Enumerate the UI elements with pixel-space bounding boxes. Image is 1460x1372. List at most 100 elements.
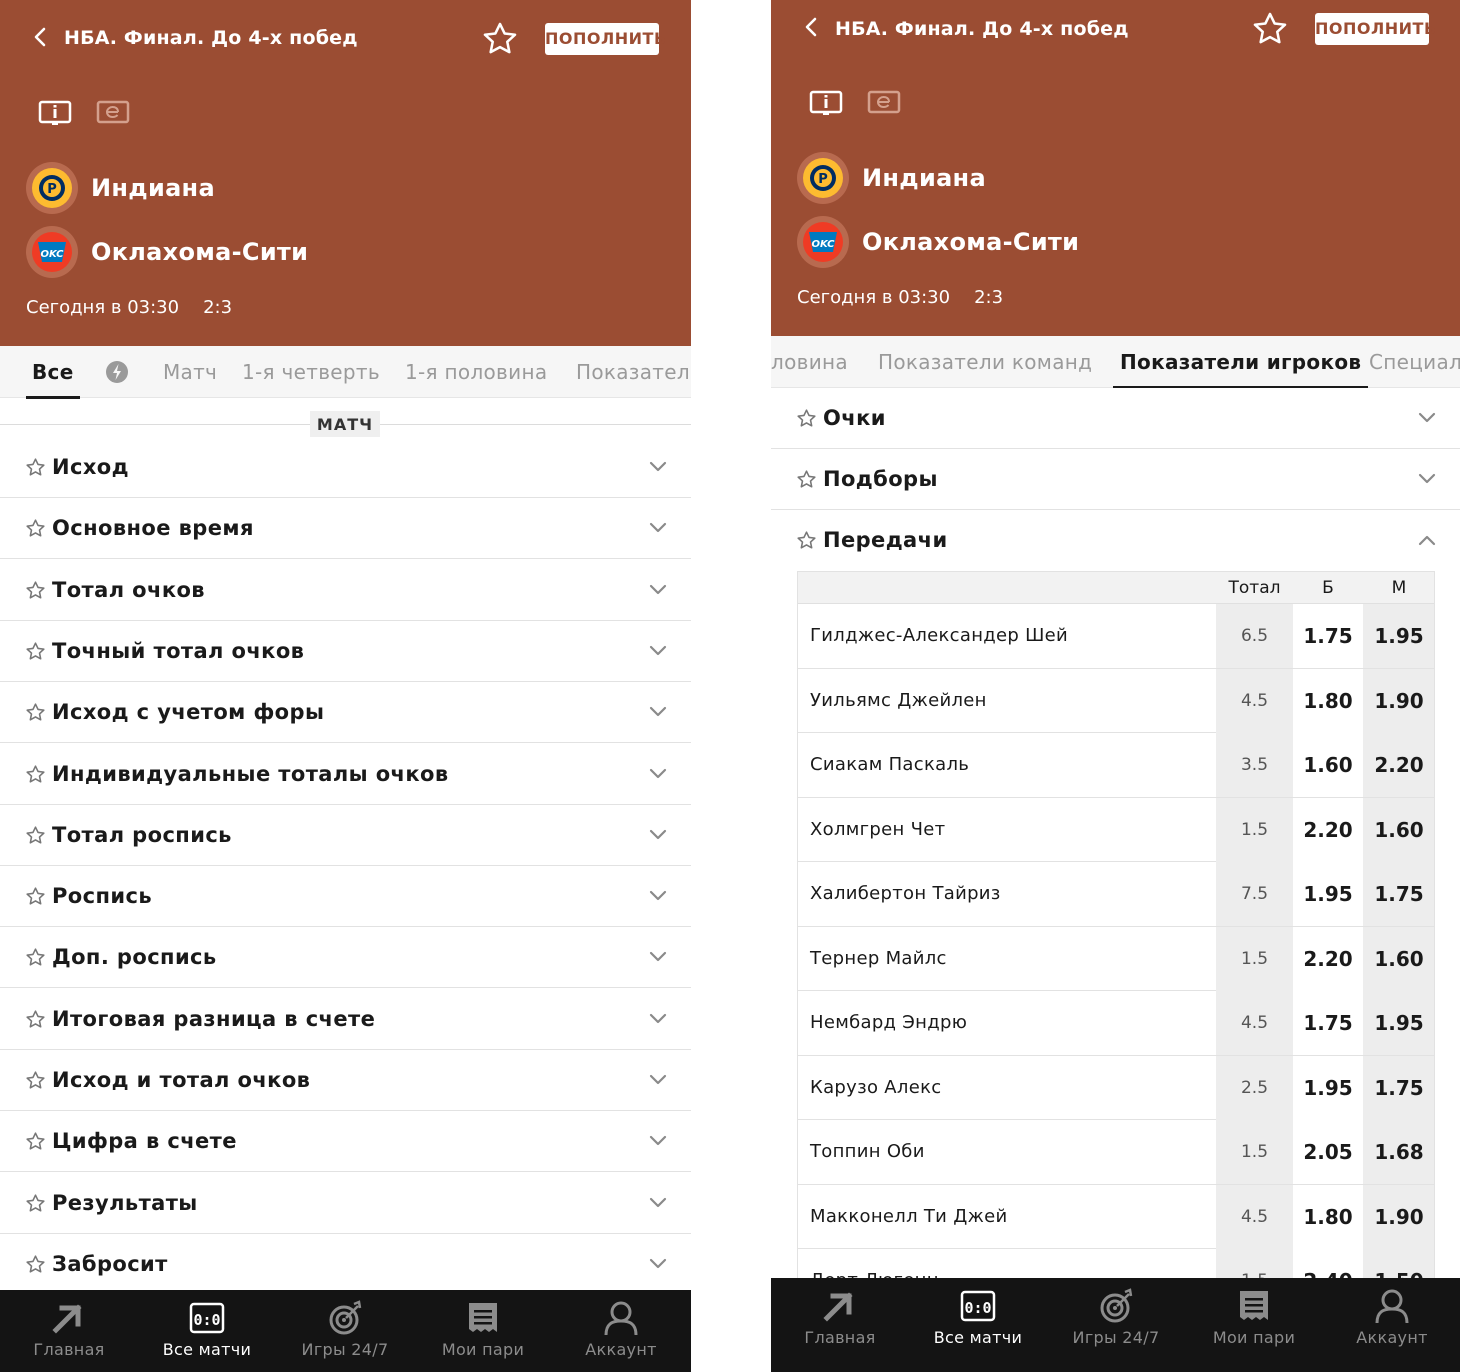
over-odds-button[interactable]: 1.75: [1293, 991, 1363, 1055]
nav-item-receipt[interactable]: Мои пари: [1185, 1278, 1323, 1360]
favorite-market-star-icon[interactable]: [796, 530, 817, 551]
market-row[interactable]: Итоговая разница в счете: [0, 988, 691, 1050]
chevron-down-icon[interactable]: [649, 1073, 667, 1087]
favorite-market-star-icon[interactable]: [25, 518, 46, 539]
gear-filter-icon[interactable]: [104, 359, 130, 385]
market-row[interactable]: Доп. роспись: [0, 927, 691, 989]
favorite-market-star-icon[interactable]: [796, 408, 817, 429]
favorite-market-star-icon[interactable]: [25, 457, 46, 478]
nav-item-home-arrow[interactable]: Главная: [0, 1290, 138, 1372]
over-odds-button[interactable]: 1.80: [1293, 668, 1363, 733]
nav-item-scoreboard[interactable]: 0:0 Все матчи: [138, 1290, 276, 1372]
chevron-down-icon[interactable]: [649, 767, 667, 781]
favorite-market-star-icon[interactable]: [25, 1009, 46, 1030]
stats-tab-icon[interactable]: [96, 100, 130, 126]
over-odds-button[interactable]: 1.60: [1293, 733, 1363, 797]
chevron-down-icon[interactable]: [649, 644, 667, 658]
favorite-market-star-icon[interactable]: [796, 469, 817, 490]
info-tab-icon[interactable]: [38, 100, 72, 126]
favorite-market-star-icon[interactable]: [25, 947, 46, 968]
favorite-star-icon[interactable]: [481, 20, 519, 58]
favorite-market-star-icon[interactable]: [25, 886, 46, 907]
under-odds-button[interactable]: 1.60: [1363, 926, 1434, 991]
under-odds-button[interactable]: 1.60: [1363, 797, 1434, 862]
over-odds-button[interactable]: 1.80: [1293, 1184, 1363, 1249]
favorite-market-star-icon[interactable]: [25, 580, 46, 601]
market-row[interactable]: Забросит: [0, 1233, 691, 1295]
chevron-down-icon[interactable]: [649, 521, 667, 535]
tab-stats[interactable]: Показател: [576, 346, 690, 398]
nav-item-account[interactable]: Аккаунт: [552, 1290, 690, 1372]
market-row[interactable]: Роспись: [0, 866, 691, 928]
market-row[interactable]: Тотал очков: [0, 559, 691, 621]
market-row[interactable]: Исход и тотал очков: [0, 1050, 691, 1111]
tab-all[interactable]: Все: [26, 346, 80, 399]
tab-specials[interactable]: Специал: [1369, 336, 1460, 388]
nav-item-scoreboard[interactable]: 0:0 Все матчи: [909, 1278, 1047, 1360]
favorite-market-star-icon[interactable]: [25, 1070, 46, 1091]
favorite-market-star-icon[interactable]: [25, 1254, 46, 1275]
chevron-down-icon[interactable]: [649, 950, 667, 964]
info-tab-icon[interactable]: [809, 90, 843, 116]
nav-item-receipt[interactable]: Мои пари: [414, 1290, 552, 1372]
chevron-up-icon[interactable]: [1418, 533, 1436, 547]
under-odds-button[interactable]: 1.75: [1363, 862, 1434, 926]
nav-item-target[interactable]: Игры 24/7: [1047, 1278, 1185, 1360]
back-icon[interactable]: [30, 26, 52, 48]
chevron-down-icon[interactable]: [649, 1134, 667, 1148]
market-row[interactable]: Основное время: [0, 498, 691, 560]
favorite-market-star-icon[interactable]: [25, 702, 46, 723]
nav-item-account[interactable]: Аккаунт: [1323, 1278, 1460, 1360]
chevron-down-icon[interactable]: [649, 1012, 667, 1026]
over-odds-button[interactable]: 1.95: [1293, 862, 1363, 926]
under-odds-button[interactable]: 1.75: [1363, 1055, 1434, 1120]
tab-first-half[interactable]: 1-я половина: [405, 346, 547, 398]
favorite-market-star-icon[interactable]: [25, 1193, 46, 1214]
tab-team-stats[interactable]: Показатели команд: [878, 336, 1092, 388]
under-odds-button[interactable]: 1.95: [1363, 604, 1434, 668]
under-odds-button[interactable]: 1.90: [1363, 1184, 1434, 1249]
over-odds-button[interactable]: 2.05: [1293, 1120, 1363, 1184]
under-odds-button[interactable]: 1.90: [1363, 668, 1434, 733]
market-row[interactable]: Индивидуальные тоталы очков: [0, 743, 691, 805]
market-row[interactable]: Исход с учетом форы: [0, 682, 691, 744]
tab-first-quarter[interactable]: 1-я четверть: [242, 346, 380, 398]
under-odds-button[interactable]: 1.68: [1363, 1120, 1434, 1184]
deposit-button[interactable]: ПОПОЛНИТЬ: [1315, 13, 1436, 45]
favorite-market-star-icon[interactable]: [25, 641, 46, 662]
chevron-down-icon[interactable]: [649, 1196, 667, 1210]
chevron-down-icon[interactable]: [649, 460, 667, 474]
over-odds-button[interactable]: 2.20: [1293, 797, 1363, 862]
stats-tab-icon[interactable]: [867, 90, 901, 116]
market-row[interactable]: Точный тотал очков: [0, 620, 691, 682]
chevron-down-icon[interactable]: [649, 583, 667, 597]
under-odds-button[interactable]: 1.95: [1363, 991, 1434, 1055]
market-row[interactable]: Очки: [771, 388, 1460, 449]
favorite-market-star-icon[interactable]: [25, 1131, 46, 1152]
market-row[interactable]: Цифра в счете: [0, 1111, 691, 1173]
deposit-button[interactable]: ПОПОЛНИТЬ: [545, 23, 666, 55]
favorite-market-star-icon[interactable]: [25, 764, 46, 785]
chevron-down-icon[interactable]: [1418, 411, 1436, 425]
chevron-down-icon[interactable]: [649, 705, 667, 719]
over-odds-button[interactable]: 1.95: [1293, 1055, 1363, 1120]
tab-match[interactable]: Матч: [163, 346, 217, 398]
chevron-down-icon[interactable]: [649, 828, 667, 842]
over-odds-button[interactable]: 2.20: [1293, 926, 1363, 991]
under-odds-button[interactable]: 2.20: [1363, 733, 1434, 797]
nav-item-home-arrow[interactable]: Главная: [771, 1278, 909, 1360]
market-row[interactable]: Исход: [0, 437, 691, 498]
nav-item-target[interactable]: Игры 24/7: [276, 1290, 414, 1372]
chevron-down-icon[interactable]: [1418, 472, 1436, 486]
tab-half-partial[interactable]: ловина: [771, 336, 848, 388]
over-odds-button[interactable]: 1.75: [1293, 604, 1363, 668]
chevron-down-icon[interactable]: [649, 889, 667, 903]
market-row[interactable]: Тотал роспись: [0, 804, 691, 866]
favorite-market-star-icon[interactable]: [25, 825, 46, 846]
tab-player-stats[interactable]: Показатели игроков: [1113, 336, 1369, 389]
chevron-down-icon[interactable]: [649, 1257, 667, 1271]
favorite-star-icon[interactable]: [1251, 10, 1289, 48]
back-icon[interactable]: [801, 16, 823, 38]
market-row[interactable]: Результаты: [0, 1172, 691, 1234]
market-row[interactable]: Передачи: [771, 510, 1460, 571]
